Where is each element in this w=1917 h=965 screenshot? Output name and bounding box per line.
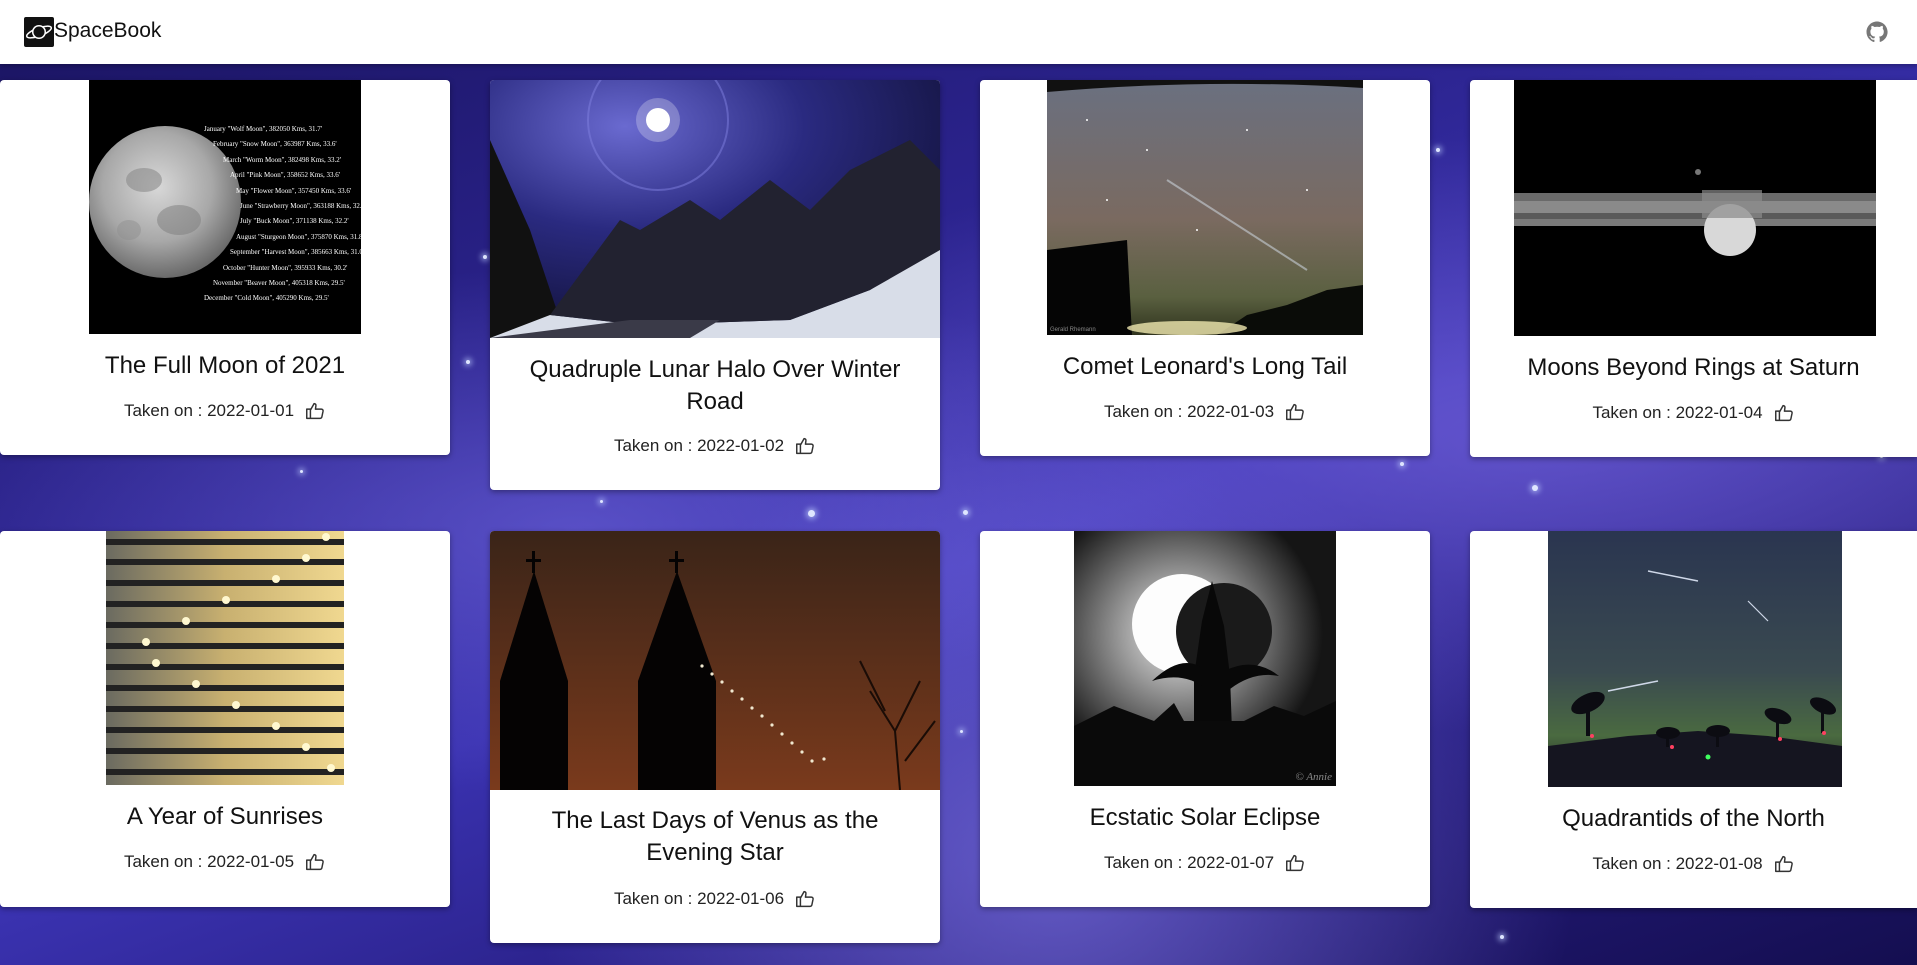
card-image-year-of-sunrises[interactable] [106, 531, 344, 785]
thumbs-up-icon[interactable] [304, 400, 326, 422]
card-image-quadrantids[interactable] [1548, 531, 1842, 787]
app-title[interactable]: SpaceBook [54, 19, 161, 43]
photo-credit: © Annie [1295, 771, 1332, 783]
thumbs-up-icon[interactable] [1773, 402, 1795, 424]
moon-legend: January "Wolf Moon", 382050 Kms, 31.7' F… [204, 125, 361, 303]
thumbs-up-icon[interactable] [1284, 852, 1306, 874]
thumbs-up-icon[interactable] [1773, 853, 1795, 875]
card-date: Taken on : 2022-01-01 [0, 400, 450, 422]
apod-card[interactable]: Quadruple Lunar Halo Over Winter Road Ta… [490, 80, 940, 490]
card-image-solar-eclipse[interactable]: © Annie [1074, 531, 1336, 786]
app-header: SpaceBook [0, 0, 1917, 64]
card-date: Taken on : 2022-01-04 [1470, 402, 1917, 424]
card-title: Ecstatic Solar Eclipse [1089, 804, 1321, 831]
github-icon[interactable] [1865, 20, 1889, 44]
thumbs-up-icon[interactable] [304, 851, 326, 873]
card-title: A Year of Sunrises [126, 803, 324, 830]
card-title: Quadrantids of the North [1562, 805, 1825, 832]
card-image-venus-evening-star[interactable] [490, 531, 940, 790]
thumbs-up-icon[interactable] [794, 435, 816, 457]
card-date: Taken on : 2022-01-02 [490, 435, 940, 457]
apod-card[interactable]: Gerald Rhemann Comet Leonard's Long Tail… [980, 80, 1430, 456]
card-date: Taken on : 2022-01-03 [980, 401, 1430, 423]
card-image-comet-leonard[interactable]: Gerald Rhemann [1047, 80, 1363, 335]
thumbs-up-icon[interactable] [1284, 401, 1306, 423]
card-date: Taken on : 2022-01-06 [490, 888, 940, 910]
photo-credit: Gerald Rhemann [1050, 327, 1096, 333]
card-date: Taken on : 2022-01-08 [1470, 853, 1917, 875]
card-image-full-moon[interactable]: January "Wolf Moon", 382050 Kms, 31.7' F… [89, 80, 361, 334]
card-date: Taken on : 2022-01-05 [0, 851, 450, 873]
apod-card[interactable]: The Last Days of Venus as the Evening St… [490, 531, 940, 943]
saturn-logo-icon[interactable] [24, 17, 54, 47]
apod-card[interactable]: © Annie Ecstatic Solar Eclipse Taken on … [980, 531, 1430, 907]
thumbs-up-icon[interactable] [794, 888, 816, 910]
apod-card[interactable]: A Year of Sunrises Taken on : 2022-01-05 [0, 531, 450, 907]
card-title: Quadruple Lunar Halo Over Winter Road [529, 356, 901, 415]
card-title: Moons Beyond Rings at Saturn [1527, 354, 1860, 381]
apod-card[interactable]: Quadrantids of the North Taken on : 2022… [1470, 531, 1917, 908]
card-image-saturn-moons[interactable] [1514, 80, 1876, 336]
apod-card[interactable]: Moons Beyond Rings at Saturn Taken on : … [1470, 80, 1917, 457]
card-date: Taken on : 2022-01-07 [980, 852, 1430, 874]
apod-card[interactable]: January "Wolf Moon", 382050 Kms, 31.7' F… [0, 80, 450, 455]
card-title: Comet Leonard's Long Tail [1062, 353, 1348, 380]
card-image-lunar-halo[interactable] [490, 80, 940, 338]
card-title: The Last Days of Venus as the Evening St… [551, 807, 879, 866]
card-title: The Full Moon of 2021 [104, 352, 346, 379]
